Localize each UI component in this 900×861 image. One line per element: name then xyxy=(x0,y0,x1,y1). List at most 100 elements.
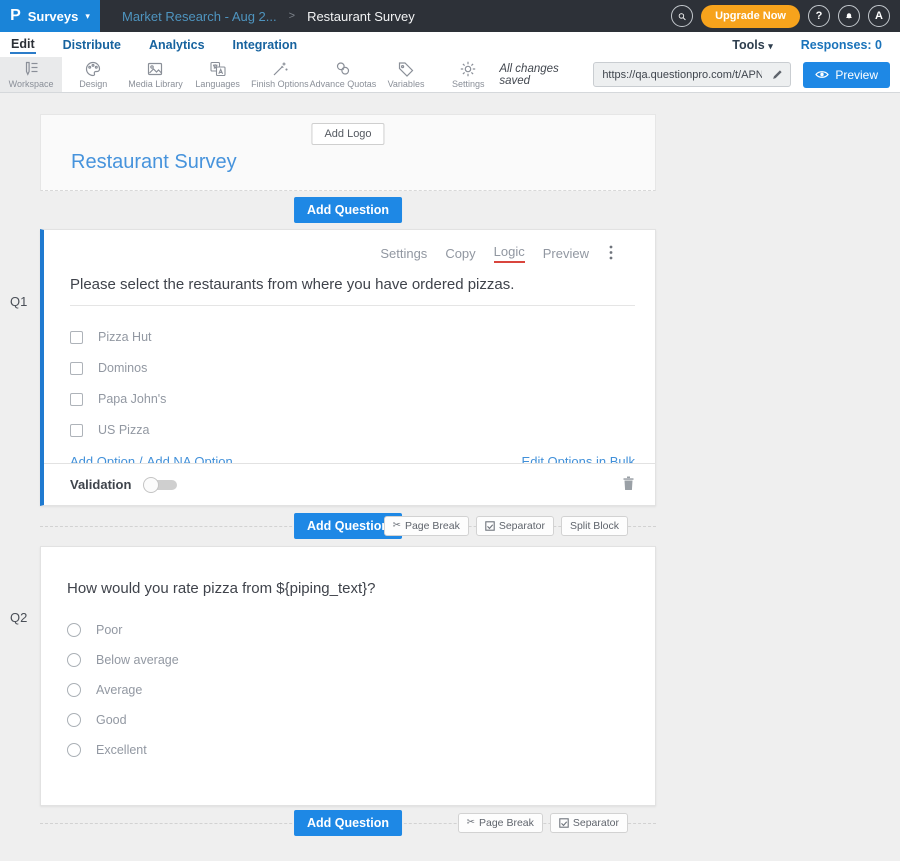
eye-icon xyxy=(815,69,829,80)
toolbar-item-label: Advance Quotas xyxy=(310,79,377,89)
question-mark-icon: ? xyxy=(816,10,823,22)
delete-question-button[interactable] xyxy=(622,476,635,494)
question-more-menu-button[interactable] xyxy=(607,245,615,263)
tab-integration[interactable]: Integration xyxy=(232,36,299,53)
option-label[interactable]: Papa John's xyxy=(98,392,166,406)
checkbox[interactable] xyxy=(70,393,83,406)
image-icon xyxy=(146,60,164,78)
notifications-button[interactable] xyxy=(838,5,860,27)
survey-url-input[interactable] xyxy=(594,69,764,81)
scissors-icon: ✂ xyxy=(393,521,401,531)
toolbar-item-languages[interactable]: Languages xyxy=(187,57,249,92)
breadcrumb: Market Research - Aug 2... > Restaurant … xyxy=(122,9,415,24)
checkbox[interactable] xyxy=(70,362,83,375)
page-break-label: Page Break xyxy=(405,520,460,532)
upgrade-now-button[interactable]: Upgrade Now xyxy=(701,5,800,28)
toolbar-item-label: Variables xyxy=(388,79,425,89)
toolbar-item-advance-quotas[interactable]: Advance Quotas xyxy=(311,57,375,92)
survey-title[interactable]: Restaurant Survey xyxy=(71,151,237,174)
palette-icon xyxy=(84,60,102,78)
question-text-q1[interactable]: Please select the restaurants from where… xyxy=(70,276,635,306)
toolbar-item-finish-options[interactable]: Finish Options xyxy=(249,57,311,92)
question-menu-copy[interactable]: Copy xyxy=(445,246,475,261)
option-label[interactable]: Excellent xyxy=(96,743,147,757)
radio-button[interactable] xyxy=(67,623,81,637)
option-row: Dominos xyxy=(70,361,655,375)
breadcrumb-parent-link[interactable]: Market Research - Aug 2... xyxy=(122,9,277,24)
top-header: P Surveys ▾ Market Research - Aug 2... >… xyxy=(0,0,900,32)
question-menu: Settings Copy Logic Preview xyxy=(44,230,655,263)
questionpro-logo-icon: P xyxy=(10,8,21,24)
radio-button[interactable] xyxy=(67,653,81,667)
option-label[interactable]: Dominos xyxy=(98,361,147,375)
question-menu-settings[interactable]: Settings xyxy=(380,246,427,261)
checkbox[interactable] xyxy=(70,424,83,437)
option-row: US Pizza xyxy=(70,423,655,437)
radio-button[interactable] xyxy=(67,743,81,757)
tab-analytics[interactable]: Analytics xyxy=(148,36,206,53)
answer-options-q2: Poor Below average Average Good Excellen… xyxy=(67,623,655,757)
question-footer: Validation xyxy=(44,463,655,505)
responses-count[interactable]: Responses: 0 xyxy=(801,38,882,52)
toggle-knob xyxy=(143,477,159,493)
add-question-button[interactable]: Add Question xyxy=(294,197,402,223)
radio-button[interactable] xyxy=(67,713,81,727)
option-label[interactable]: Average xyxy=(96,683,142,697)
radio-button[interactable] xyxy=(67,683,81,697)
tools-menu[interactable]: Tools ▾ xyxy=(732,38,772,52)
question-menu-preview[interactable]: Preview xyxy=(543,246,589,261)
translate-icon xyxy=(209,60,227,78)
toolbar-item-workspace[interactable]: Workspace xyxy=(0,57,62,92)
workspace-icon xyxy=(22,60,40,78)
question-card-q2[interactable]: How would you rate pizza from ${piping_t… xyxy=(40,546,656,806)
option-row: Good xyxy=(67,713,655,727)
split-block-button[interactable]: Split Block xyxy=(561,516,628,536)
question-text-q2[interactable]: How would you rate pizza from ${piping_t… xyxy=(67,547,635,597)
edit-url-button[interactable] xyxy=(764,68,790,82)
separator-label: Separator xyxy=(573,817,619,829)
option-label[interactable]: Below average xyxy=(96,653,179,667)
add-logo-button[interactable]: Add Logo xyxy=(311,123,384,145)
option-label[interactable]: Good xyxy=(96,713,127,727)
insert-strip-bottom: Add Question ✂ Page Break Separator xyxy=(40,806,656,840)
tab-distribute[interactable]: Distribute xyxy=(62,36,122,53)
chain-links-icon xyxy=(334,60,352,78)
preview-button[interactable]: Preview xyxy=(803,62,890,88)
page-break-button[interactable]: ✂ Page Break xyxy=(458,813,543,833)
tools-menu-label: Tools xyxy=(732,38,764,52)
add-question-button[interactable]: Add Question xyxy=(294,810,402,836)
option-label[interactable]: Poor xyxy=(96,623,122,637)
option-label[interactable]: Pizza Hut xyxy=(98,330,152,344)
toolbar-item-design[interactable]: Design xyxy=(62,57,124,92)
breadcrumb-current: Restaurant Survey xyxy=(307,9,415,24)
toolbar-item-media-library[interactable]: Media Library xyxy=(124,57,186,92)
block-tools: ✂ Page Break Separator xyxy=(458,813,628,833)
validation-toggle[interactable] xyxy=(143,477,179,493)
search-button[interactable] xyxy=(671,5,693,27)
tag-icon xyxy=(397,60,415,78)
editor-toolbar: Workspace Design Media Library Languages… xyxy=(0,57,900,93)
checkbox[interactable] xyxy=(70,331,83,344)
separator-button[interactable]: Separator xyxy=(476,516,554,536)
question-menu-logic[interactable]: Logic xyxy=(494,244,525,263)
product-menu[interactable]: P Surveys ▾ xyxy=(0,0,100,32)
page-break-button[interactable]: ✂ Page Break xyxy=(384,516,469,536)
toolbar-item-settings[interactable]: Settings xyxy=(437,57,499,92)
validation-label: Validation xyxy=(70,477,131,492)
separator-label: Separator xyxy=(499,520,545,532)
question-card-q1[interactable]: Settings Copy Logic Preview Please selec… xyxy=(40,229,656,506)
separator-button[interactable]: Separator xyxy=(550,813,628,833)
toolbar-item-variables[interactable]: Variables xyxy=(375,57,437,92)
option-label[interactable]: US Pizza xyxy=(98,423,149,437)
help-button[interactable]: ? xyxy=(808,5,830,27)
option-row: Average xyxy=(67,683,655,697)
preview-button-label: Preview xyxy=(835,68,878,82)
nav-right: Tools ▾ Responses: 0 xyxy=(732,38,890,52)
toolbar-item-label: Settings xyxy=(452,79,485,89)
toolbar-item-label: Media Library xyxy=(128,79,183,89)
kebab-icon xyxy=(609,245,613,260)
avatar[interactable]: A xyxy=(868,5,890,27)
search-icon xyxy=(678,10,686,23)
tab-edit[interactable]: Edit xyxy=(10,35,36,54)
survey-url-box xyxy=(593,62,791,87)
